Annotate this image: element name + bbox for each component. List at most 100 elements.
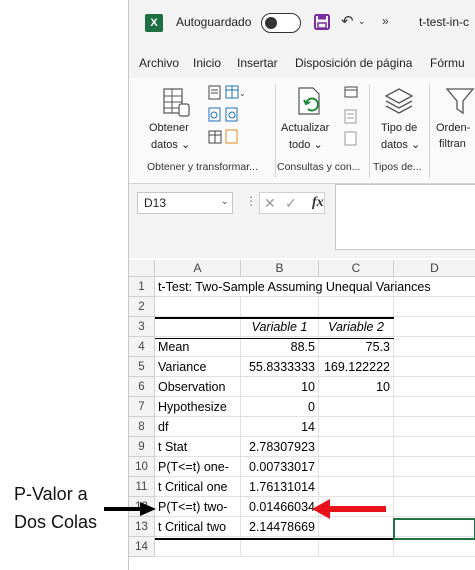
row-header[interactable]: 11 — [129, 477, 155, 497]
name-box-dropdown-icon[interactable]: ⌄ — [221, 196, 229, 207]
cell-c[interactable] — [319, 477, 394, 497]
cell-a[interactable]: t-Test: Two-Sample Assuming Unequal Vari… — [155, 277, 431, 297]
formula-input[interactable] — [335, 184, 475, 250]
cell-d[interactable] — [394, 357, 475, 377]
cell-a[interactable] — [155, 537, 241, 557]
row-header[interactable]: 9 — [129, 437, 155, 457]
cell-a[interactable]: t Critical one — [155, 477, 241, 497]
cell-c[interactable] — [319, 437, 394, 457]
cell-d[interactable] — [394, 477, 475, 497]
cell-c[interactable] — [319, 517, 394, 537]
row-header[interactable]: 1 — [129, 277, 155, 297]
cell-c[interactable] — [319, 417, 394, 437]
enter-icon[interactable]: ✓ — [285, 195, 297, 212]
save-icon[interactable] — [314, 14, 330, 30]
data-types-label-2[interactable]: datos ⌄ — [381, 138, 420, 151]
cell-d[interactable] — [394, 457, 475, 477]
cell-d[interactable] — [394, 377, 475, 397]
cell-c[interactable]: 10 — [319, 377, 394, 397]
refresh-all-label-2[interactable]: todo ⌄ — [289, 138, 323, 151]
tab-formulas[interactable]: Fórmu — [430, 56, 465, 70]
cell-a[interactable]: df — [155, 417, 241, 437]
cell-b[interactable]: 88.5 — [241, 337, 319, 357]
more-commands-icon[interactable]: » — [382, 14, 389, 28]
cell-b[interactable]: 55.8333333 — [241, 357, 319, 377]
undo-icon[interactable]: ↶ — [341, 12, 354, 30]
select-all-corner[interactable] — [129, 260, 155, 277]
cell-c[interactable] — [319, 457, 394, 477]
column-header-a[interactable]: A — [155, 260, 241, 277]
get-data-icon[interactable] — [161, 86, 191, 118]
cell-b[interactable]: 0.00733017 — [241, 457, 319, 477]
cell-d[interactable] — [394, 537, 475, 557]
undo-dropdown-icon[interactable]: ⌄ — [358, 16, 366, 27]
more-options-icon[interactable]: ⋮ — [245, 194, 257, 208]
cell-c[interactable] — [319, 537, 394, 557]
cell-a[interactable] — [155, 297, 241, 317]
cell-b[interactable]: 2.14478669 — [241, 517, 319, 537]
row-header[interactable]: 5 — [129, 357, 155, 377]
cancel-icon[interactable]: ✕ — [264, 195, 276, 212]
cell-d[interactable] — [394, 337, 475, 357]
cell-b[interactable]: 0 — [241, 397, 319, 417]
cell-d[interactable] — [394, 317, 475, 337]
row-header[interactable]: 10 — [129, 457, 155, 477]
autosave-toggle[interactable] — [261, 13, 301, 33]
cell-a[interactable]: Variance — [155, 357, 241, 377]
cell-a[interactable] — [155, 317, 241, 337]
get-data-label-2[interactable]: datos ⌄ — [151, 138, 190, 151]
cell-b[interactable] — [241, 297, 319, 317]
sort-filter-icon[interactable] — [445, 86, 475, 116]
cell-c[interactable]: 169.122222 — [319, 357, 394, 377]
sort-filter-label-1[interactable]: Orden- — [436, 122, 470, 134]
cell-d[interactable] — [394, 297, 475, 317]
row-header[interactable]: 2 — [129, 297, 155, 317]
row-header[interactable]: 14 — [129, 537, 155, 557]
cell-b[interactable]: 0.01466034 — [241, 497, 319, 517]
cell-c[interactable]: 75.3 — [319, 337, 394, 357]
cell-a[interactable]: t Stat — [155, 437, 241, 457]
tab-insertar[interactable]: Insertar — [237, 56, 278, 70]
row-header[interactable]: 8 — [129, 417, 155, 437]
row-header[interactable]: 12 — [129, 497, 155, 517]
data-types-icon[interactable] — [383, 86, 415, 118]
cell-a[interactable]: Observation — [155, 377, 241, 397]
get-data-label-1[interactable]: Obtener — [149, 122, 189, 134]
selected-cell-d13[interactable] — [393, 518, 475, 540]
cell-a[interactable]: Hypothesize — [155, 397, 241, 417]
cell-b[interactable]: Variable 1 — [241, 317, 319, 337]
name-box[interactable]: D13 — [137, 192, 233, 214]
cell-b[interactable]: 2.78307923 — [241, 437, 319, 457]
cell-a[interactable]: Mean — [155, 337, 241, 357]
insert-function-icon[interactable]: fx — [312, 195, 324, 211]
refresh-all-icon[interactable] — [295, 86, 325, 118]
cell-c[interactable] — [319, 297, 394, 317]
column-header-c[interactable]: C — [319, 260, 394, 277]
cell-c[interactable]: Variable 2 — [319, 317, 394, 337]
tab-disposicion[interactable]: Disposición de página — [295, 56, 412, 70]
cell-b[interactable] — [241, 537, 319, 557]
cell-b[interactable]: 10 — [241, 377, 319, 397]
cell-d[interactable] — [394, 397, 475, 417]
row-header[interactable]: 7 — [129, 397, 155, 417]
row-header[interactable]: 3 — [129, 317, 155, 337]
cell-d[interactable] — [394, 417, 475, 437]
cell-d[interactable] — [394, 497, 475, 517]
sort-filter-label-2[interactable]: filtran — [439, 138, 466, 150]
data-source-icons[interactable]: ⌄ — [207, 84, 245, 154]
cell-c[interactable] — [319, 397, 394, 417]
row-header[interactable]: 4 — [129, 337, 155, 357]
column-header-b[interactable]: B — [241, 260, 319, 277]
queries-icons[interactable] — [343, 84, 359, 154]
tab-archivo[interactable]: Archivo — [139, 56, 179, 70]
cell-a[interactable]: t Critical two — [155, 517, 241, 537]
column-header-d[interactable]: D — [394, 260, 475, 277]
cell-b[interactable]: 14 — [241, 417, 319, 437]
cell-a[interactable]: P(T<=t) one- — [155, 457, 241, 477]
cell-c[interactable] — [319, 497, 394, 517]
refresh-all-label-1[interactable]: Actualizar — [281, 122, 329, 134]
cell-a[interactable]: P(T<=t) two- — [155, 497, 241, 517]
data-types-label-1[interactable]: Tipo de — [381, 122, 417, 134]
row-header[interactable]: 6 — [129, 377, 155, 397]
row-header[interactable]: 13 — [129, 517, 155, 537]
